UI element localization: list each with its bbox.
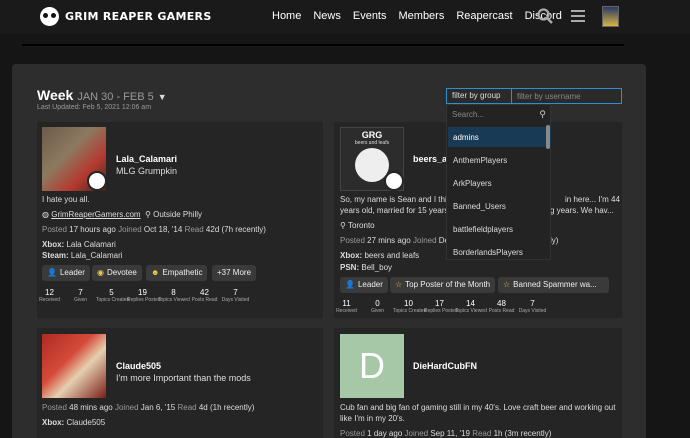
stat-replies-posted: 19 Replies Posted: [127, 288, 161, 303]
stat-received: 11 Received: [336, 299, 357, 314]
xbox-gamertag: Xbox: Claude505: [42, 418, 106, 427]
hamburger-menu-icon[interactable]: [569, 7, 587, 25]
last-updated: Last Updated: Feb 5, 2021 12:06 am: [37, 104, 152, 111]
xbox-gamertag: Xbox: beers and leafs: [340, 251, 420, 260]
steam-gamertag: Steam: Lala_Calamari: [42, 251, 123, 260]
filter-group-label: filter by group: [452, 91, 501, 100]
group-option-borderlandsplayers[interactable]: BorderlandsPlayers: [448, 242, 551, 262]
main-nav: Home News Events Members Reapercast Disc…: [272, 10, 562, 22]
member-name[interactable]: Lala_Calamari: [116, 154, 177, 164]
member-activity: Posted 48 mins ago Joined Jan 6, '15 Rea…: [42, 403, 255, 412]
location-pin-icon: ⚲: [340, 221, 346, 230]
nav-reapercast[interactable]: Reapercast: [456, 10, 512, 22]
website-link[interactable]: GrimReaperGamers.com: [51, 210, 140, 219]
location-pin-icon: ⚲: [145, 210, 151, 219]
nav-home[interactable]: Home: [272, 10, 301, 22]
member-name[interactable]: Claude505: [116, 361, 161, 371]
stat-received: 12 Received: [39, 288, 60, 303]
star-icon: ☆: [395, 280, 403, 289]
user-avatar[interactable]: [602, 6, 619, 27]
group-dropdown: Search... ⚲ admins AnthemPlayers ArkPlay…: [446, 104, 551, 260]
stat-replies-posted: 17 Replies Posted: [424, 299, 458, 314]
member-name[interactable]: DieHardCubFN: [413, 361, 477, 371]
group-option-anthemplayers[interactable]: AnthemPlayers: [448, 150, 551, 170]
member-activity: Posted 27 mins ago Joined De ly): [340, 236, 559, 245]
xbox-gamertag: Xbox: Lala Calamari: [42, 240, 116, 249]
badge-top-poster[interactable]: ☆ Top Poster of the Month: [390, 277, 496, 293]
member-links: ◍ GrimReaperGamers.com ⚲ Outside Philly: [42, 210, 202, 219]
psn-gamertag: PSN: Bell_boy: [340, 263, 393, 272]
letter-avatar[interactable]: D: [340, 334, 404, 398]
member-bio-line1: So, my name is Sean and I thi in here... …: [340, 195, 620, 204]
location: Outside Philly: [153, 210, 203, 219]
nav-members[interactable]: Members: [399, 10, 445, 22]
globe-icon: ◍: [42, 210, 49, 219]
group-option-banned-users[interactable]: Banned_Users: [448, 196, 551, 216]
stat-topics-viewed: 8 Topics Viewed: [158, 288, 190, 303]
group-option-admins[interactable]: admins: [448, 127, 551, 147]
shield-badge-icon: [87, 171, 107, 191]
badge-empathetic[interactable]: ☻ Empathetic: [146, 265, 208, 281]
star-icon: ☆: [503, 280, 511, 289]
stat-topics-created: 5 Topics Created: [96, 288, 130, 303]
more-badges[interactable]: +37 More: [212, 265, 257, 281]
member-bio-line2: years old, married for 15 years g years. …: [340, 206, 614, 215]
stat-posts-read: 48 Posts Read: [488, 299, 515, 314]
filter-by-group-select[interactable]: filter by group ▲: [446, 88, 513, 109]
member-activity: Posted 1 day ago Joined Sep 11, '19 Read…: [340, 429, 552, 438]
smiley-icon: ☻: [151, 268, 160, 277]
search-icon[interactable]: [536, 7, 554, 25]
avatar[interactable]: [42, 334, 106, 398]
filter-by-username-input[interactable]: [511, 88, 622, 104]
badge-leader[interactable]: 👤 Leader: [42, 265, 90, 281]
week-range: JAN 30 - FEB 5: [77, 91, 154, 103]
logo-text: GRIM REAPER GAMERS: [65, 10, 212, 23]
badge-leader[interactable]: 👤 Leader: [340, 277, 388, 293]
stat-given: 0 Given: [370, 299, 385, 314]
member-activity: Posted 17 hours ago Joined Oct 18, '14 R…: [42, 225, 266, 234]
group-option-arkplayers[interactable]: ArkPlayers: [448, 173, 551, 193]
nav-events[interactable]: Events: [353, 10, 387, 22]
nav-news[interactable]: News: [313, 10, 341, 22]
member-title: I'm more Important than the mods: [116, 373, 251, 383]
member-stats: 11 Received 0 Given 10 Topics Created 17 Rep…: [331, 299, 548, 314]
week-label: Week: [37, 87, 74, 103]
user-icon: 👤: [47, 268, 57, 277]
user-icon: 👤: [345, 280, 355, 289]
stat-posts-read: 42 Posts Read: [191, 288, 218, 303]
site-logo[interactable]: GRIM REAPER GAMERS: [40, 7, 212, 26]
stat-topics-viewed: 14 Topics Viewed: [455, 299, 487, 314]
member-location: ⚲ Toronto: [340, 221, 375, 230]
stat-days-visited: 7 Days Visited: [221, 288, 250, 303]
group-option-battlefieldplayers[interactable]: battlefieldplayers: [448, 219, 551, 239]
member-bio: I hate you all.: [42, 195, 90, 204]
stat-given: 7 Given: [73, 288, 88, 303]
dropdown-scrollbar[interactable]: [546, 125, 550, 149]
member-title: MLG Grumpkin: [116, 166, 178, 176]
badge-banned-spammer[interactable]: ☆ Banned Spammer wa...: [498, 277, 609, 293]
member-name[interactable]: beers_a: [413, 154, 447, 164]
search-icon: ⚲: [539, 109, 546, 119]
skull-logo-icon: [40, 7, 59, 26]
member-bio-line1: Cub fan and big fan of gaming still in m…: [340, 403, 616, 412]
add-user-badge-icon: [384, 171, 404, 191]
dropdown-search[interactable]: Search... ⚲: [452, 109, 546, 124]
stat-days-visited: 7 Days Visited: [518, 299, 547, 314]
member-bio-line2: like I'm in my 20's.: [340, 414, 405, 423]
week-selector[interactable]: Week JAN 30 - FEB 5 ▼: [37, 87, 167, 103]
caret-down-icon: ▼: [157, 92, 167, 102]
stat-topics-created: 10 Topics Created: [393, 299, 427, 314]
eye-icon: ◉: [97, 268, 104, 277]
header-divider: [22, 44, 624, 46]
badge-devotee[interactable]: ◉ Devotee: [92, 265, 142, 281]
member-stats: 12 Received 7 Given 5 Topics Created 19 Repl…: [34, 288, 251, 303]
